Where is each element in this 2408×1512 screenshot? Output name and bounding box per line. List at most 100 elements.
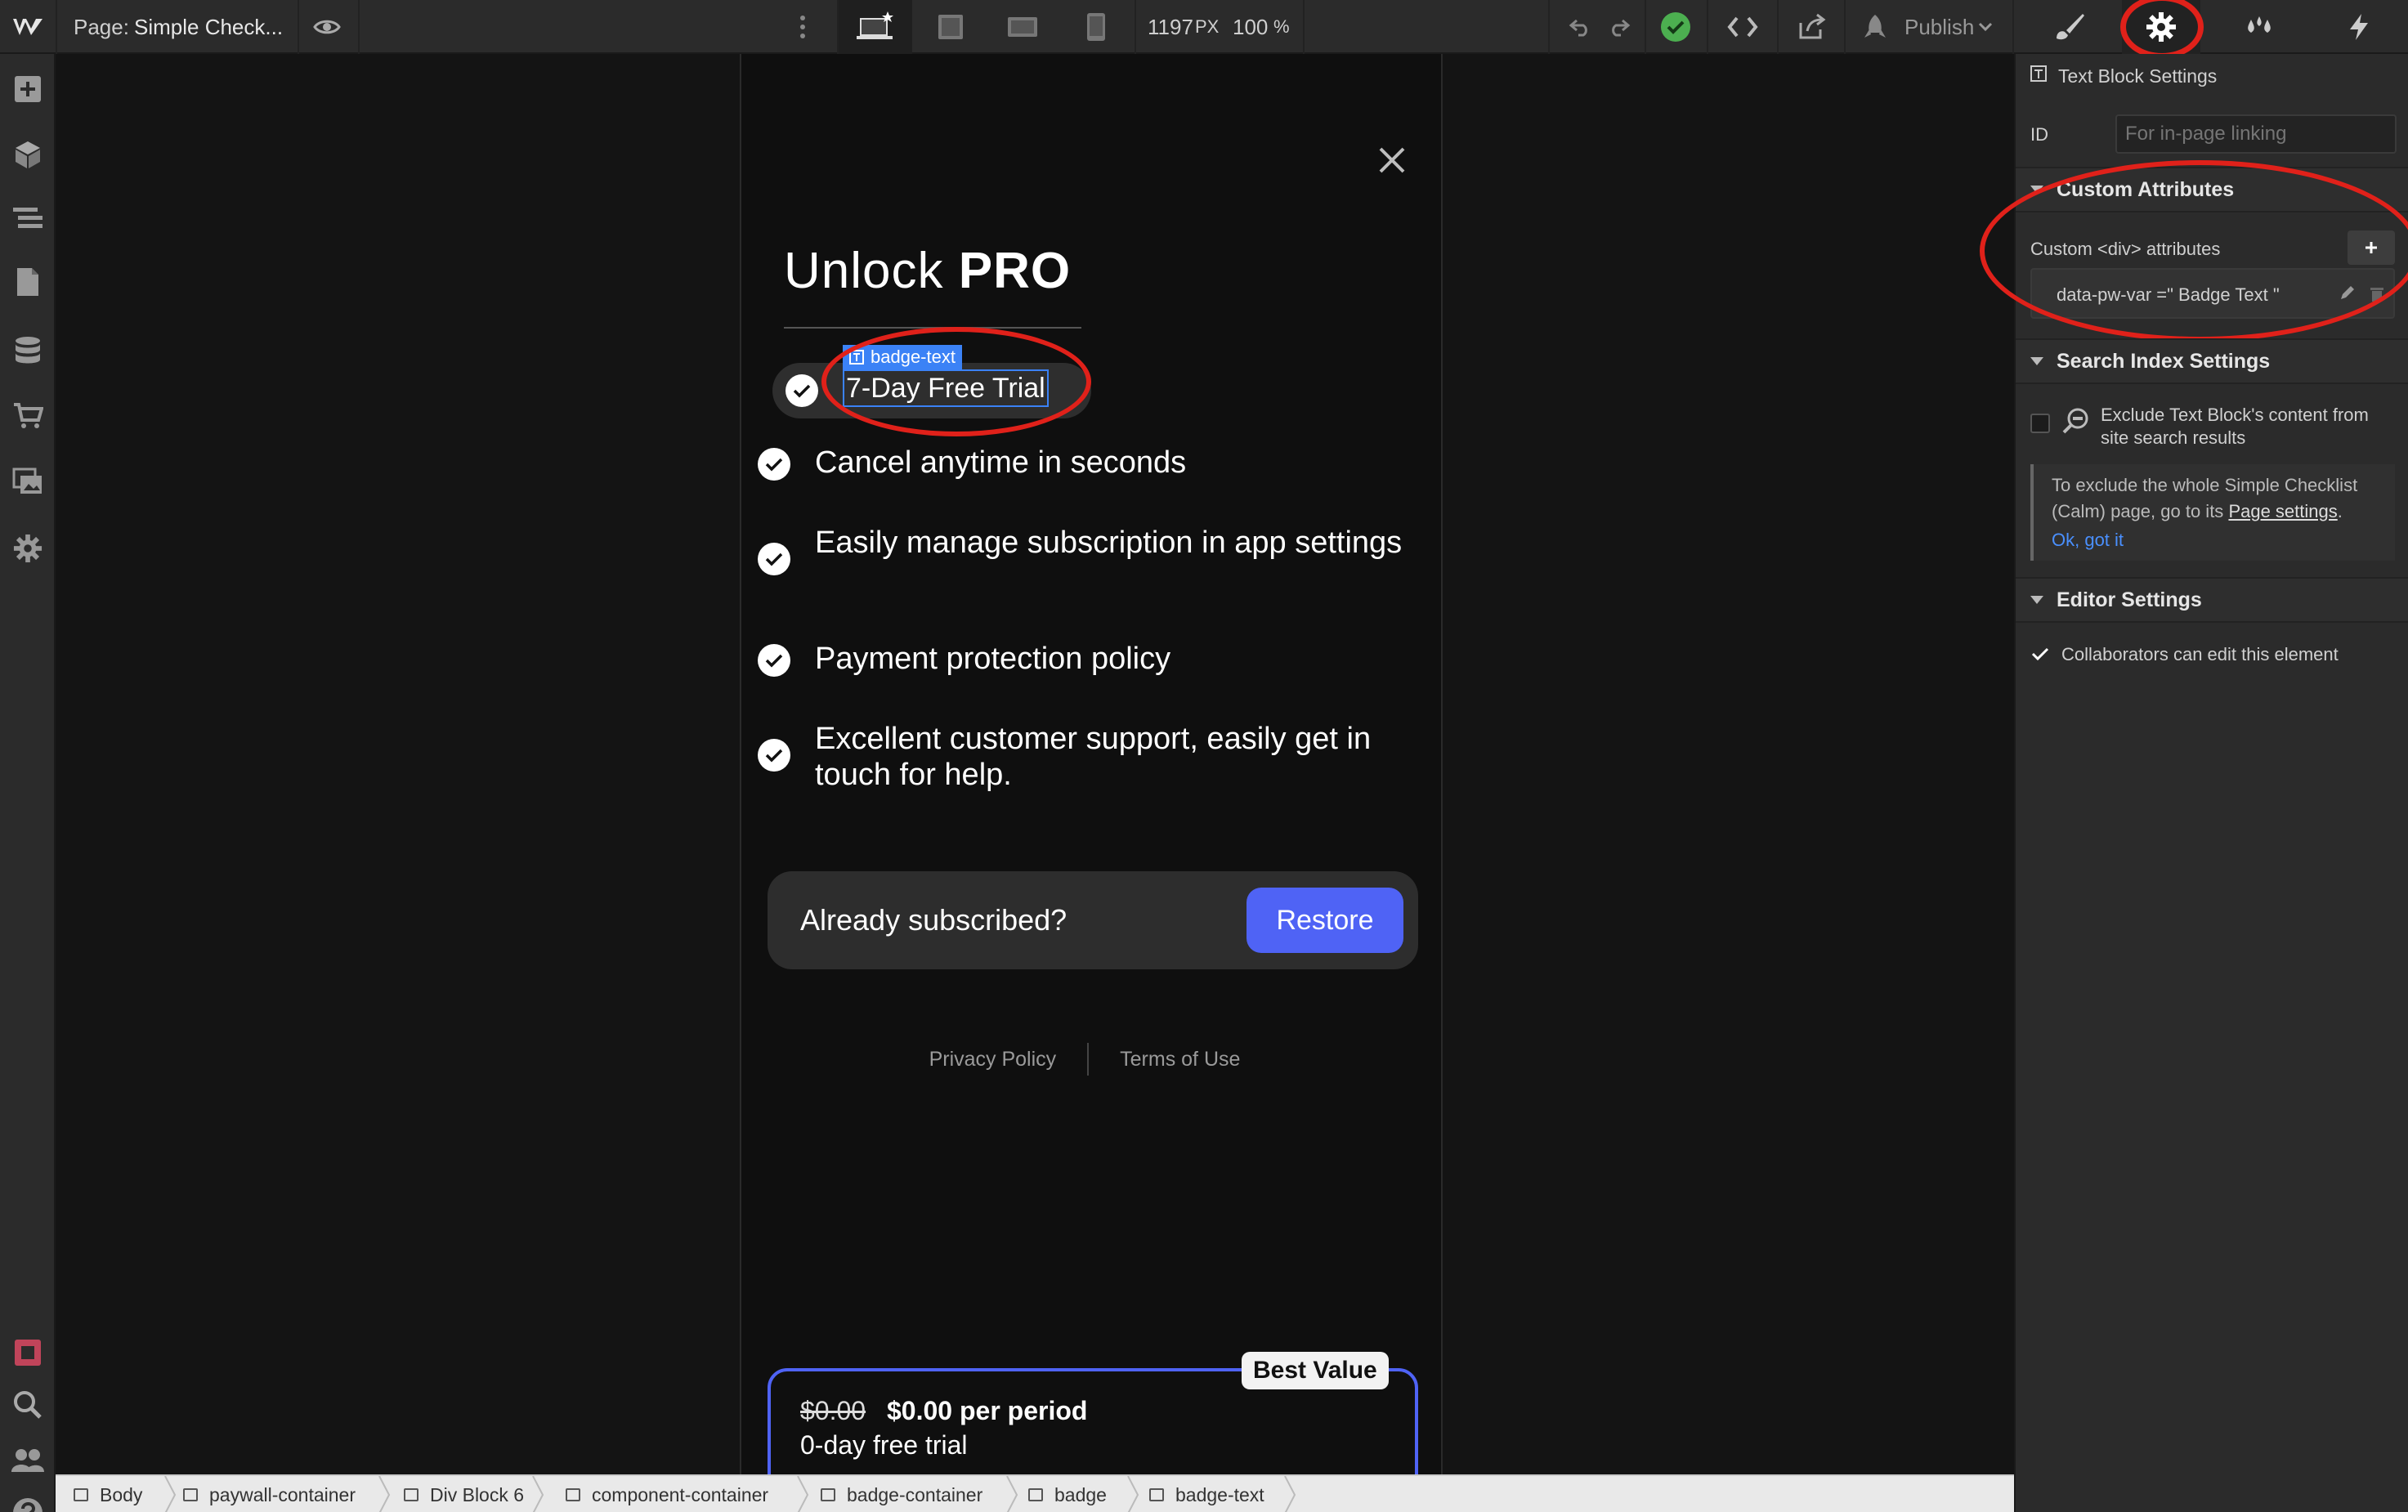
stop-icon[interactable] xyxy=(0,1326,56,1380)
footer-divider xyxy=(1087,1043,1090,1076)
brush-icon[interactable] xyxy=(2030,0,2109,54)
panel-header: Text Block Settings xyxy=(2058,65,2218,87)
caret-down-icon xyxy=(2030,596,2043,604)
feature-item: Excellent customer support, easily get i… xyxy=(758,721,1428,793)
feature-text: Cancel anytime in seconds xyxy=(815,445,1187,480)
text-block-icon xyxy=(2030,65,2047,82)
tablet-icon[interactable] xyxy=(914,0,987,54)
pages-icon[interactable] xyxy=(0,255,56,309)
caret-down-icon xyxy=(2030,357,2043,365)
design-canvas: Unlock PRO badge-text 7-Day Free Trial C… xyxy=(56,54,2014,1474)
id-field[interactable] xyxy=(2115,114,2397,154)
check-icon xyxy=(758,739,790,772)
ecommerce-icon[interactable] xyxy=(0,389,56,443)
restore-row: Already subscribed? Restore xyxy=(768,871,1418,969)
users-icon[interactable] xyxy=(0,1434,56,1487)
lightning-icon[interactable] xyxy=(2320,0,2398,54)
editor-settings-title: Editor Settings xyxy=(2057,588,2202,611)
body-icon xyxy=(74,1488,88,1501)
info-box: To exclude the whole Simple Checklist (C… xyxy=(2030,464,2395,561)
feature-item: Easily manage subscription in app settin… xyxy=(758,525,1428,575)
text-block-icon xyxy=(1149,1488,1164,1501)
add-icon[interactable] xyxy=(0,62,56,116)
zoom-value[interactable]: 100 xyxy=(1233,0,1268,54)
badge-annotation-circle xyxy=(821,327,1091,436)
breadcrumb-separator xyxy=(164,1476,177,1512)
attributes-annotation-circle xyxy=(1980,160,2408,342)
breadcrumb-item[interactable]: Div Block 6 xyxy=(404,1476,524,1512)
paywall-page: Unlock PRO badge-text 7-Day Free Trial C… xyxy=(740,54,1443,1474)
container-icon xyxy=(183,1488,198,1501)
undo-icon[interactable] xyxy=(1560,0,1600,54)
zoom-unit: % xyxy=(1273,16,1290,37)
editor-settings-header[interactable]: Editor Settings xyxy=(2016,577,2408,623)
webflow-logo-icon[interactable] xyxy=(0,0,56,54)
page-settings-link[interactable]: Page settings xyxy=(2228,501,2337,521)
page-name[interactable]: Simple Check... xyxy=(134,0,283,54)
search-index-header[interactable]: Search Index Settings xyxy=(2016,338,2408,384)
div-icon xyxy=(1028,1488,1043,1501)
breadcrumb-separator xyxy=(797,1476,809,1512)
export-icon[interactable] xyxy=(1779,0,1844,54)
publish-button[interactable]: Publish xyxy=(1904,0,1974,54)
canvas-width-value[interactable]: 1197 xyxy=(1148,0,1193,54)
drops-icon[interactable] xyxy=(2220,0,2298,54)
breadcrumb-item[interactable]: paywall-container xyxy=(183,1476,356,1512)
collab-checkbox[interactable] xyxy=(2030,644,2050,664)
feature-item: Cancel anytime in seconds xyxy=(758,445,1428,481)
redo-icon[interactable] xyxy=(1599,0,1640,54)
terms-link[interactable]: Terms of Use xyxy=(1120,1048,1240,1071)
cube-icon[interactable] xyxy=(0,127,56,181)
exclude-checkbox[interactable] xyxy=(2030,414,2050,433)
feature-text: Easily manage subscription in app settin… xyxy=(815,526,1403,560)
help-icon[interactable] xyxy=(0,1486,56,1512)
tablet-landscape-icon[interactable] xyxy=(986,0,1059,54)
settings-panel: Text Block Settings ID Custom Attributes… xyxy=(1980,54,2408,1512)
info-text: To exclude the whole Simple Checklist (C… xyxy=(2052,475,2358,521)
cms-icon[interactable] xyxy=(0,324,56,378)
code-icon[interactable] xyxy=(1708,0,1777,54)
privacy-link[interactable]: Privacy Policy xyxy=(929,1048,1057,1071)
feature-text: Excellent customer support, easily get i… xyxy=(815,722,1372,792)
feature-item: Payment protection policy xyxy=(758,641,1428,677)
exclude-label: Exclude Text Block's content from site s… xyxy=(2101,405,2369,448)
check-icon xyxy=(758,644,790,677)
collab-label: Collaborators can edit this element xyxy=(2061,644,2339,664)
info-dismiss-link[interactable]: Ok, got it xyxy=(2052,530,2124,551)
eye-icon[interactable] xyxy=(296,0,358,54)
breadcrumb-item[interactable]: badge-text xyxy=(1149,1476,1264,1512)
best-value-badge: Best Value xyxy=(1242,1352,1389,1389)
breadcrumb-separator xyxy=(1127,1476,1139,1512)
left-toolbar xyxy=(0,54,56,1512)
breadcrumb-separator xyxy=(1006,1476,1018,1512)
div-icon xyxy=(821,1488,835,1501)
page-label: Page: xyxy=(74,15,129,39)
plan-old-price: $0.00 xyxy=(800,1396,866,1425)
div-icon xyxy=(566,1488,580,1501)
more-icon[interactable] xyxy=(770,0,835,54)
div-icon xyxy=(404,1488,418,1501)
restore-button[interactable]: Restore xyxy=(1247,888,1403,953)
breadcrumb-item[interactable]: component-container xyxy=(566,1476,768,1512)
breadcrumb-separator xyxy=(532,1476,544,1512)
breadcrumb-item[interactable]: badge xyxy=(1028,1476,1107,1512)
desktop-icon[interactable] xyxy=(839,0,912,54)
top-bar: Page: Simple Check... 1197 PX 100 % Publ… xyxy=(0,0,2408,59)
plan-trial: 0-day free trial xyxy=(800,1430,968,1460)
chevron-down-icon[interactable] xyxy=(1973,0,1998,54)
breadcrumb-item[interactable]: Body xyxy=(74,1476,142,1512)
restore-prompt: Already subscribed? xyxy=(800,903,1067,937)
settings-icon[interactable] xyxy=(0,521,56,575)
check-icon xyxy=(758,543,790,575)
breadcrumb-item[interactable]: badge-container xyxy=(821,1476,982,1512)
assets-icon[interactable] xyxy=(0,454,56,508)
badge-check-icon xyxy=(786,374,818,407)
close-icon[interactable] xyxy=(1376,144,1408,177)
search-index-title: Search Index Settings xyxy=(2057,350,2271,373)
search-icon[interactable] xyxy=(0,1378,56,1432)
phone-icon[interactable] xyxy=(1059,0,1133,54)
check-circle-icon[interactable] xyxy=(1645,0,1707,54)
canvas-width-unit: PX xyxy=(1195,16,1220,37)
publish-icon[interactable] xyxy=(1852,0,1898,54)
navigator-icon[interactable] xyxy=(0,191,56,245)
